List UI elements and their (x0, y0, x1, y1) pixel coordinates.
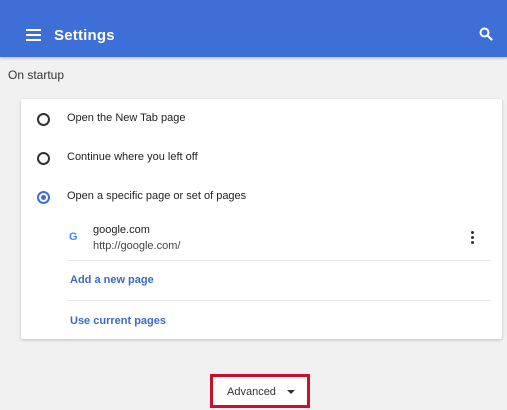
hamburger-menu-icon[interactable] (26, 29, 41, 41)
use-current-pages-link[interactable]: Use current pages (70, 315, 166, 327)
add-new-page-link[interactable]: Add a new page (70, 274, 154, 286)
search-icon[interactable] (479, 27, 493, 41)
radio-label: Continue where you left off (67, 151, 198, 163)
radio-button-selected[interactable] (37, 191, 50, 204)
caret-down-icon (287, 390, 295, 394)
divider (67, 300, 491, 301)
radio-button[interactable] (37, 152, 50, 165)
page-url: http://google.com/ (93, 240, 181, 252)
radio-label: Open a specific page or set of pages (67, 190, 247, 202)
radio-option-specific-pages[interactable]: Open a specific page or set of pages (21, 186, 502, 212)
advanced-highlight-box: Advanced (210, 374, 310, 408)
section-heading-on-startup: On startup (8, 68, 65, 82)
more-vert-icon[interactable] (469, 231, 475, 245)
radio-label: Open the New Tab page (67, 112, 186, 124)
page-title: Settings (54, 27, 115, 44)
google-g-icon: G (69, 231, 78, 243)
radio-option-continue[interactable]: Continue where you left off (21, 147, 502, 173)
advanced-label: Advanced (227, 386, 276, 398)
page-name: google.com (93, 224, 150, 236)
advanced-button[interactable]: Advanced (213, 377, 307, 405)
app-header: Settings (0, 0, 507, 57)
radio-button[interactable] (37, 113, 50, 126)
startup-page-entry: G google.com http://google.com/ (67, 219, 492, 259)
radio-option-new-tab[interactable]: Open the New Tab page (21, 108, 502, 134)
divider (67, 260, 491, 261)
startup-card: Open the New Tab page Continue where you… (21, 99, 502, 339)
